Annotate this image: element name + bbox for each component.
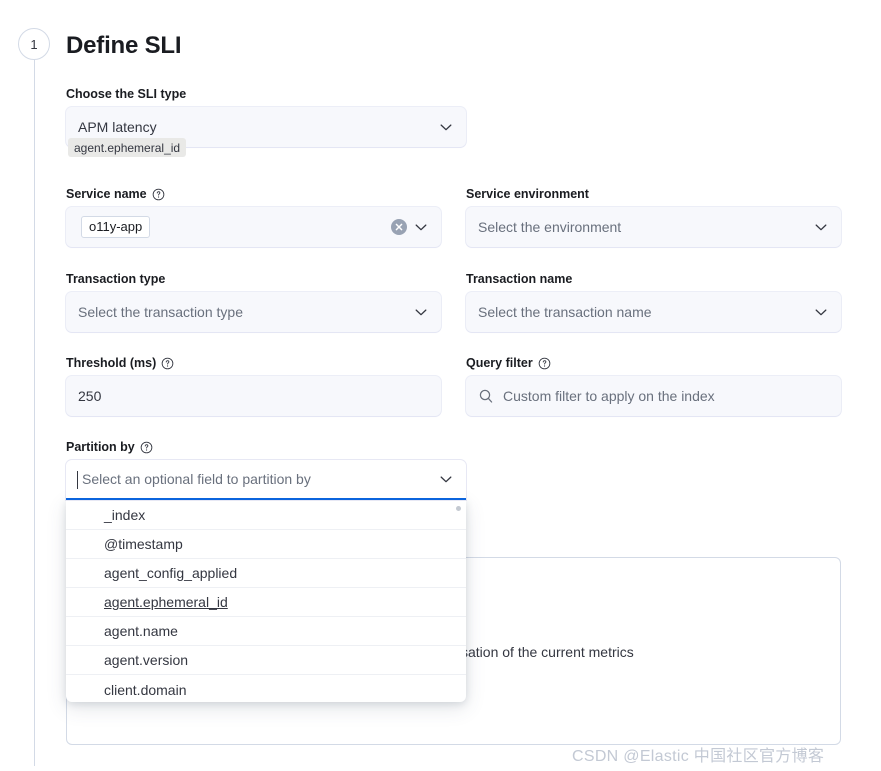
dropdown-option[interactable]: agent_config_applied [66, 559, 466, 588]
transaction-type-label: Transaction type [66, 271, 165, 287]
step-number-badge: 1 [18, 28, 50, 60]
service-name-combobox[interactable]: o11y-app [66, 207, 441, 247]
dropdown-option[interactable]: client.domain [66, 675, 466, 702]
query-filter-input[interactable]: Custom filter to apply on the index [466, 376, 841, 416]
service-name-label-text: Service name [66, 187, 147, 201]
sli-type-label: Choose the SLI type [66, 86, 186, 102]
question-circle-icon [538, 357, 551, 370]
transaction-name-placeholder: Select the transaction name [478, 304, 652, 320]
transaction-type-label-text: Transaction type [66, 272, 166, 286]
transaction-name-select[interactable]: Select the transaction name [466, 292, 841, 332]
chevron-down-icon [413, 304, 429, 320]
dropdown-option[interactable]: _index [66, 501, 466, 530]
service-name-selection: o11y-app [78, 216, 391, 238]
page-title: Define SLI [66, 32, 182, 59]
chevron-down-icon [438, 119, 454, 135]
dropdown-option[interactable]: agent.version [66, 646, 466, 675]
dropdown-option-label: agent.ephemeral_id [104, 594, 228, 610]
transaction-name-label: Transaction name [466, 271, 572, 287]
dropdown-option-label: agent_config_applied [104, 565, 238, 581]
step-connector-line [33, 60, 35, 766]
field-tooltip: agent.ephemeral_id [68, 138, 187, 157]
partition-by-placeholder: Select an optional field to partition by [82, 471, 311, 487]
dropdown-option-label: client.domain [104, 681, 187, 698]
define-sli-form-page: 1 Define SLI Choose the SLI type APM lat… [0, 0, 881, 771]
dropdown-option-label: agent.version [104, 652, 189, 668]
service-environment-label-text: Service environment [466, 187, 589, 201]
dropdown-option-hovered[interactable]: agent.ephemeral_id [66, 588, 466, 617]
partition-by-options-list[interactable]: _index @timestamp agent_config_applied a… [66, 500, 466, 702]
transaction-name-label-text: Transaction name [466, 272, 573, 286]
chevron-down-icon [813, 304, 829, 320]
partition-by-label-text: Partition by [66, 440, 135, 454]
partition-by-combobox[interactable]: Select an optional field to partition by [66, 460, 466, 500]
query-filter-placeholder: Custom filter to apply on the index [503, 388, 715, 404]
search-icon [478, 388, 494, 404]
clear-circle-icon[interactable] [391, 219, 407, 235]
dropdown-option-label: agent.name [104, 623, 178, 639]
threshold-input[interactable]: 250 [66, 376, 441, 416]
service-environment-select[interactable]: Select the environment [466, 207, 841, 247]
threshold-label-text: Threshold (ms) [66, 356, 157, 370]
dropdown-option-label: _index [104, 507, 146, 523]
watermark: CSDN @Elastic 中国社区官方博客 [572, 748, 825, 765]
service-environment-placeholder: Select the environment [478, 219, 622, 235]
question-circle-icon [161, 357, 174, 370]
dropdown-option[interactable]: agent.name [66, 617, 466, 646]
dropdown-scrollbar[interactable] [456, 506, 461, 511]
service-name-label: Service name [66, 186, 165, 202]
transaction-type-select[interactable]: Select the transaction type [66, 292, 441, 332]
transaction-type-placeholder: Select the transaction type [78, 304, 243, 320]
text-cursor [77, 471, 78, 489]
sli-type-value: APM latency [78, 119, 157, 135]
sli-type-label-text: Choose the SLI type [66, 87, 187, 101]
chevron-down-icon[interactable] [438, 471, 454, 487]
dropdown-option-label: @timestamp [104, 536, 183, 552]
partition-by-label: Partition by [66, 439, 153, 455]
threshold-value: 250 [78, 388, 102, 404]
chevron-down-icon [813, 219, 829, 235]
step-rail: 1 [18, 28, 52, 768]
threshold-label: Threshold (ms) [66, 355, 174, 371]
query-filter-label-text: Query filter [466, 356, 533, 370]
question-circle-icon [152, 188, 165, 201]
query-filter-label: Query filter [466, 355, 551, 371]
chevron-down-icon[interactable] [413, 219, 429, 235]
question-circle-icon [140, 441, 153, 454]
dropdown-option[interactable]: @timestamp [66, 530, 466, 559]
service-name-pill: o11y-app [81, 216, 151, 238]
service-environment-label: Service environment [466, 186, 589, 202]
preview-panel-text: alisation of the current metrics [447, 644, 634, 660]
